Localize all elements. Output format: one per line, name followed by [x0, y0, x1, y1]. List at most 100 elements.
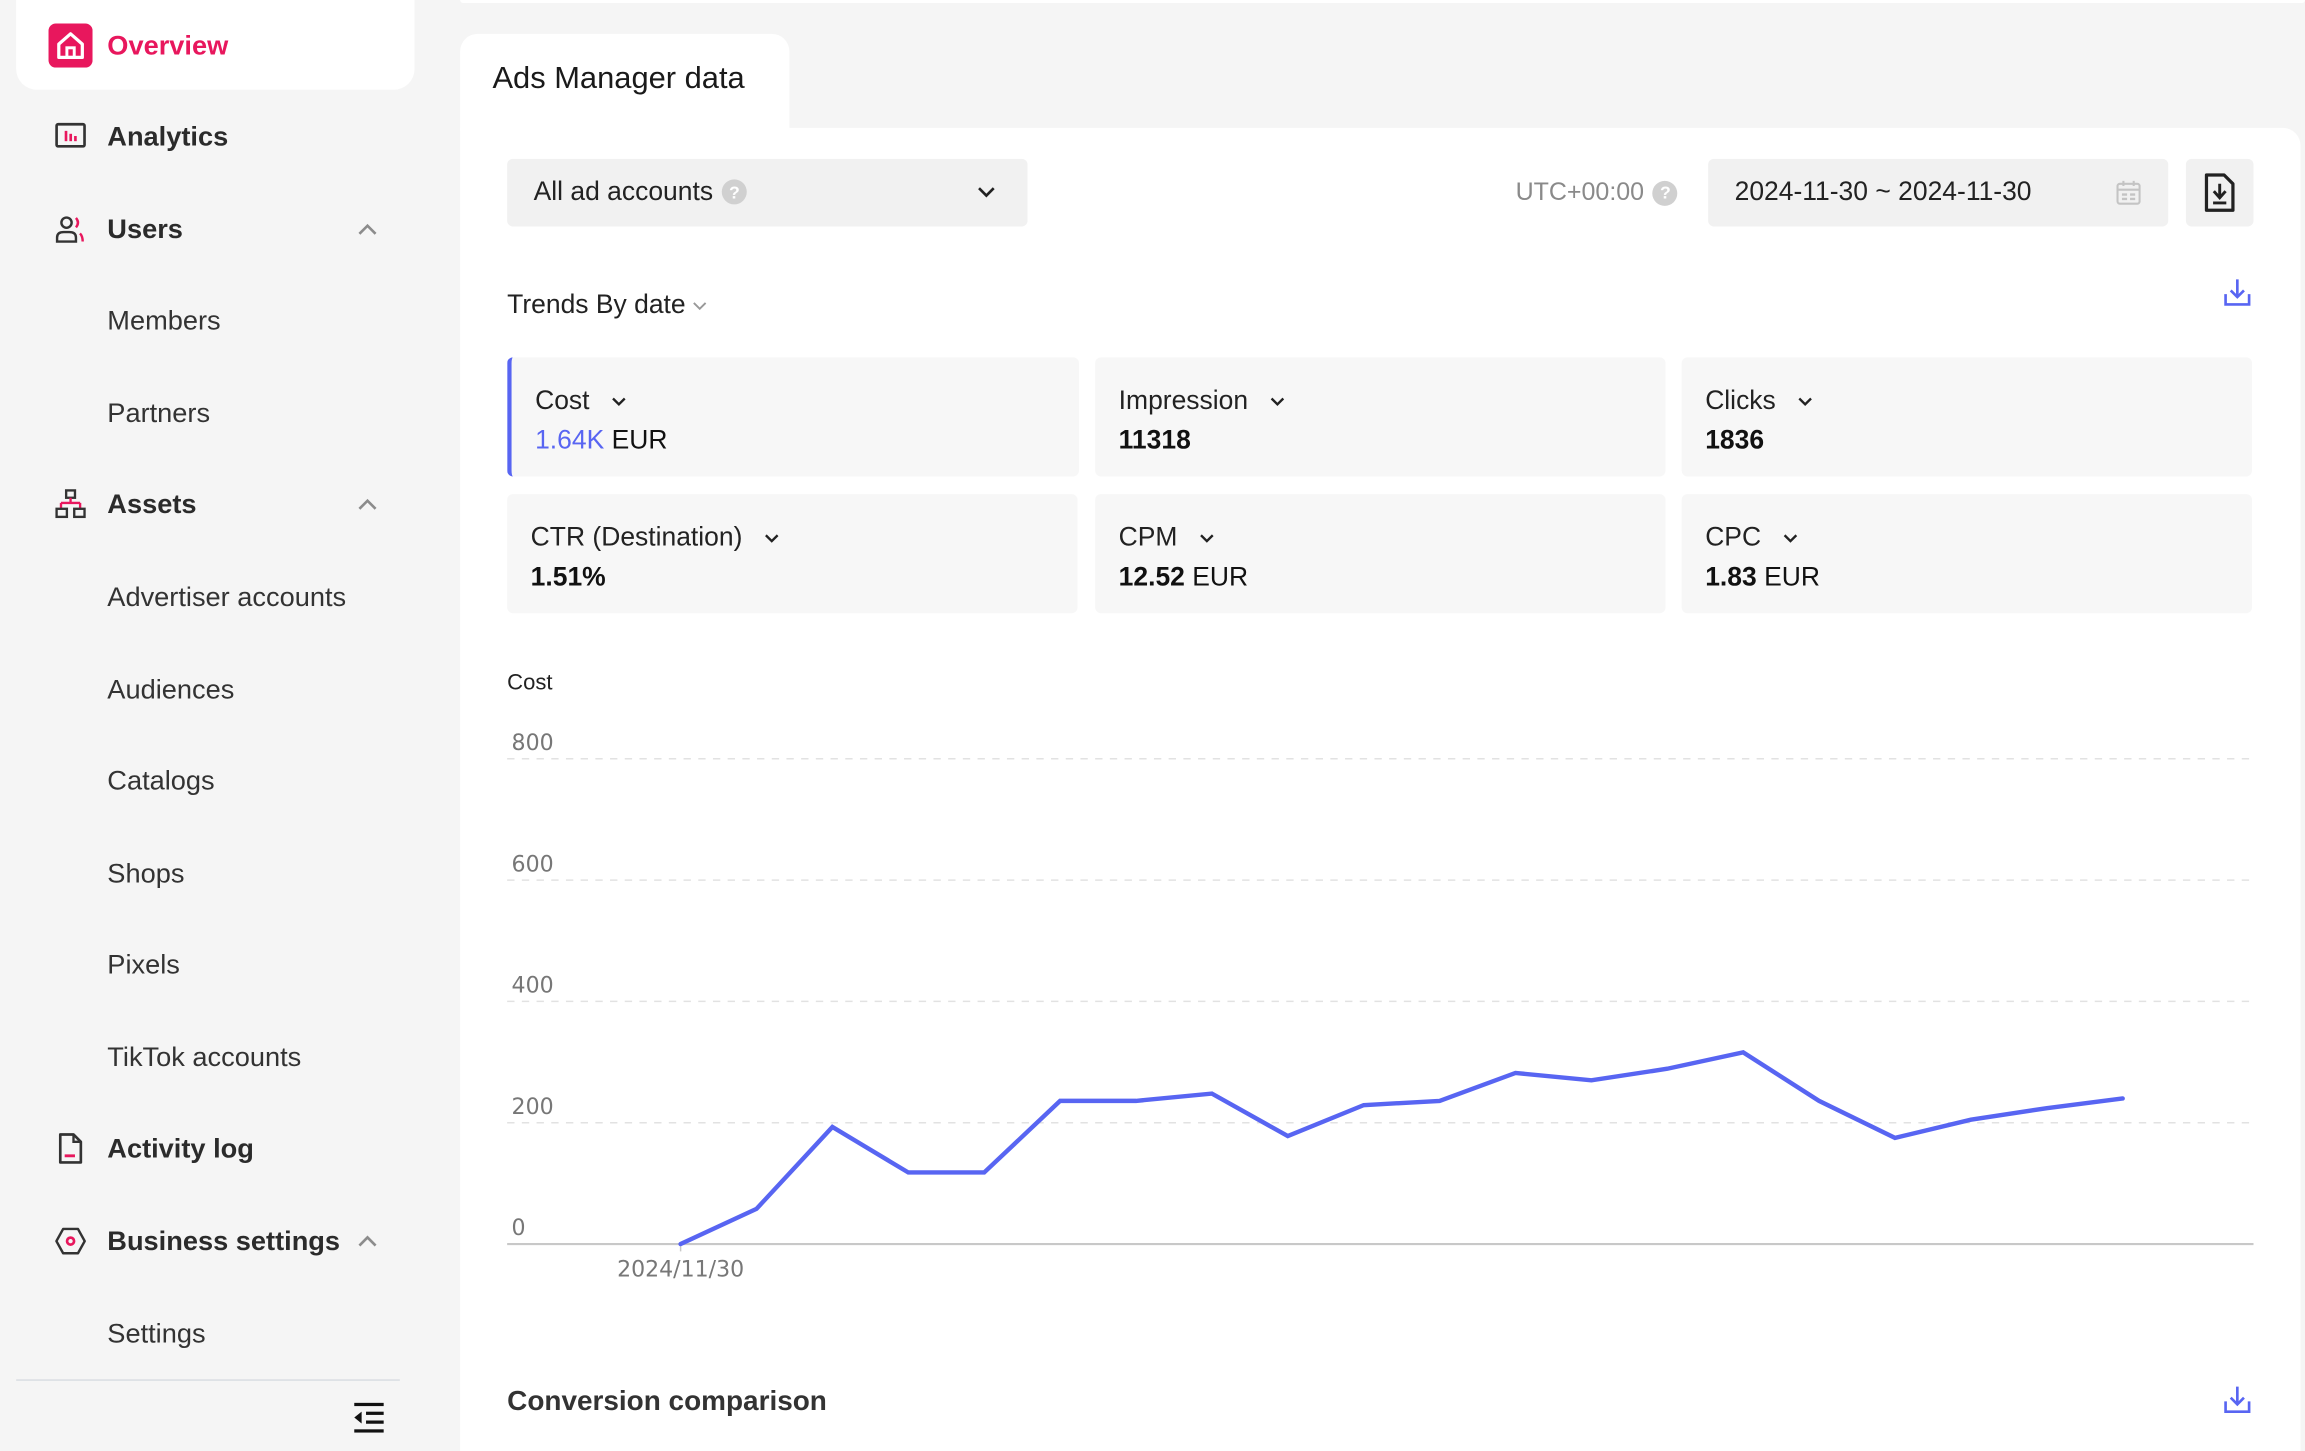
sidebar-item-catalogs[interactable]: Catalogs: [0, 751, 441, 810]
series-line-cost: [681, 1052, 2123, 1244]
metric-label: CPC: [1705, 522, 1761, 553]
metric-value-row: 11318: [1119, 425, 1191, 456]
metric-value: 1.51%: [531, 562, 606, 591]
x-tick-label: 2024/11/30: [617, 1257, 744, 1282]
sidebar-item-shops[interactable]: Shops: [0, 844, 441, 903]
y-tick-label: 600: [512, 852, 554, 877]
chevron-down-icon[interactable]: [610, 392, 628, 410]
export-button[interactable]: [2186, 159, 2254, 227]
file-download-icon: [2202, 172, 2237, 213]
sidebar-item-activity-log[interactable]: Activity log: [0, 1119, 441, 1178]
sidebar-item-label: TikTok accounts: [107, 1041, 301, 1073]
home-icon: [49, 24, 93, 68]
metric-label: Clicks: [1705, 385, 1776, 416]
chevron-up-icon[interactable]: [350, 212, 385, 247]
sidebar-item-label: Partners: [107, 397, 210, 429]
sidebar-item-analytics[interactable]: Analytics: [0, 107, 441, 166]
timezone-help-icon[interactable]: ?: [1653, 180, 1678, 205]
collapse-menu-icon[interactable]: [353, 1401, 385, 1433]
sidebar-item-label: Members: [107, 304, 220, 336]
sidebar-item-label: Business settings: [107, 1225, 340, 1257]
metric-card-clicks[interactable]: Clicks 1836: [1682, 357, 2252, 476]
timezone-label: UTC+00:00: [1516, 178, 1645, 207]
bar-chart-icon: [54, 121, 86, 153]
help-icon[interactable]: ?: [722, 179, 747, 204]
metric-unit: EUR: [1764, 562, 1820, 591]
chevron-up-icon[interactable]: [350, 1223, 385, 1258]
ad-account-select-value: All ad accounts: [534, 176, 713, 207]
metric-card-ctr-destination[interactable]: CTR (Destination) 1.51%: [507, 494, 1077, 613]
metric-label-row: Cost: [535, 385, 628, 416]
users-icon: [54, 213, 86, 245]
metric-label-row: CPC: [1705, 522, 1799, 553]
chevron-down-icon[interactable]: [1269, 392, 1287, 410]
y-tick-label: 400: [512, 974, 554, 999]
trends-by-date-toggle[interactable]: Trends By date: [507, 290, 709, 321]
trends-label: Trends By date: [507, 290, 685, 321]
metric-label-row: Clicks: [1705, 385, 1814, 416]
document-icon: [54, 1132, 86, 1164]
metric-value-row: 12.52 EUR: [1119, 562, 1248, 593]
sidebar-item-business-settings[interactable]: Business settings: [0, 1212, 441, 1271]
top-card-edge: [460, 0, 2305, 3]
app: Overview Analytics Users Members Partners Ass…: [0, 0, 2305, 1444]
metric-value-row: 1.51%: [531, 562, 606, 593]
sidebar-item-label: Activity log: [107, 1132, 254, 1164]
conversion-comparison-title: Conversion comparison: [507, 1387, 827, 1419]
y-tick-label: 800: [512, 731, 554, 756]
sidebar-item-label: Analytics: [107, 121, 228, 153]
metric-card-cost[interactable]: Cost 1.64K EUR: [507, 357, 1079, 476]
chevron-down-icon[interactable]: [1782, 529, 1800, 547]
metric-value: 12.52: [1119, 562, 1185, 591]
cost-line-chart: 0 200 400 600 800 2024/11/30: [485, 706, 2278, 1309]
hexagon-settings-icon: [54, 1225, 86, 1257]
sidebar-item-label: Assets: [107, 488, 196, 520]
metric-value: 11318: [1119, 425, 1191, 454]
sidebar-item-settings[interactable]: Settings: [0, 1304, 441, 1363]
metric-label-row: CTR (Destination): [531, 522, 781, 553]
chevron-down-icon[interactable]: [1198, 529, 1216, 547]
sidebar-item-label: Pixels: [107, 948, 180, 980]
metric-value: 1.64K: [535, 425, 604, 454]
metric-value-row: 1.64K EUR: [535, 425, 667, 456]
sidebar-item-assets[interactable]: Assets: [0, 475, 441, 534]
hierarchy-icon: [54, 488, 86, 520]
y-tick-label: 200: [512, 1095, 554, 1120]
sidebar-item-audiences[interactable]: Audiences: [0, 660, 441, 719]
sidebar-item-users[interactable]: Users: [0, 200, 441, 259]
chevron-down-icon[interactable]: [976, 182, 997, 210]
sidebar-item-label: Users: [107, 213, 183, 245]
sidebar-item-pixels[interactable]: Pixels: [0, 935, 441, 994]
sidebar-item-partners[interactable]: Partners: [0, 384, 441, 443]
sidebar-divider: [16, 1379, 400, 1380]
tab-title: Ads Manager data: [492, 62, 744, 97]
calendar-icon[interactable]: [2115, 179, 2141, 213]
metric-value-row: 1836: [1705, 425, 1764, 456]
metric-value: 1836: [1705, 425, 1764, 454]
chevron-up-icon[interactable]: [350, 487, 385, 522]
sidebar-item-tiktok-accounts[interactable]: TikTok accounts: [0, 1028, 441, 1087]
metric-unit: EUR: [1192, 562, 1248, 591]
chevron-down-icon[interactable]: [1796, 392, 1814, 410]
metric-card-impression[interactable]: Impression 11318: [1095, 357, 1665, 476]
sidebar-item-overview[interactable]: Overview: [0, 16, 441, 75]
chevron-down-icon[interactable]: [763, 529, 781, 547]
trends-download-icon[interactable]: [2221, 276, 2253, 316]
metric-label: Cost: [535, 385, 589, 416]
sidebar-item-label: Audiences: [107, 673, 234, 705]
metric-card-cpc[interactable]: CPC 1.83 EUR: [1682, 494, 2252, 613]
metric-label: CTR (Destination): [531, 522, 743, 553]
sidebar-item-label: Shops: [107, 857, 184, 889]
sidebar-item-advertiser-accounts[interactable]: Advertiser accounts: [0, 568, 441, 627]
metric-label-row: CPM: [1119, 522, 1216, 553]
metric-card-cpm[interactable]: CPM 12.52 EUR: [1095, 494, 1665, 613]
sidebar-item-members[interactable]: Members: [0, 291, 441, 350]
metric-label-row: Impression: [1119, 385, 1287, 416]
sidebar-item-label: Overview: [107, 29, 228, 61]
metric-value-row: 1.83 EUR: [1705, 562, 1820, 593]
chevron-down-icon: [691, 296, 709, 314]
metric-value: 1.83: [1705, 562, 1757, 591]
sidebar-item-label: Settings: [107, 1318, 205, 1350]
y-tick-label: 0: [512, 1216, 526, 1241]
conversion-download-icon[interactable]: [2221, 1384, 2253, 1424]
